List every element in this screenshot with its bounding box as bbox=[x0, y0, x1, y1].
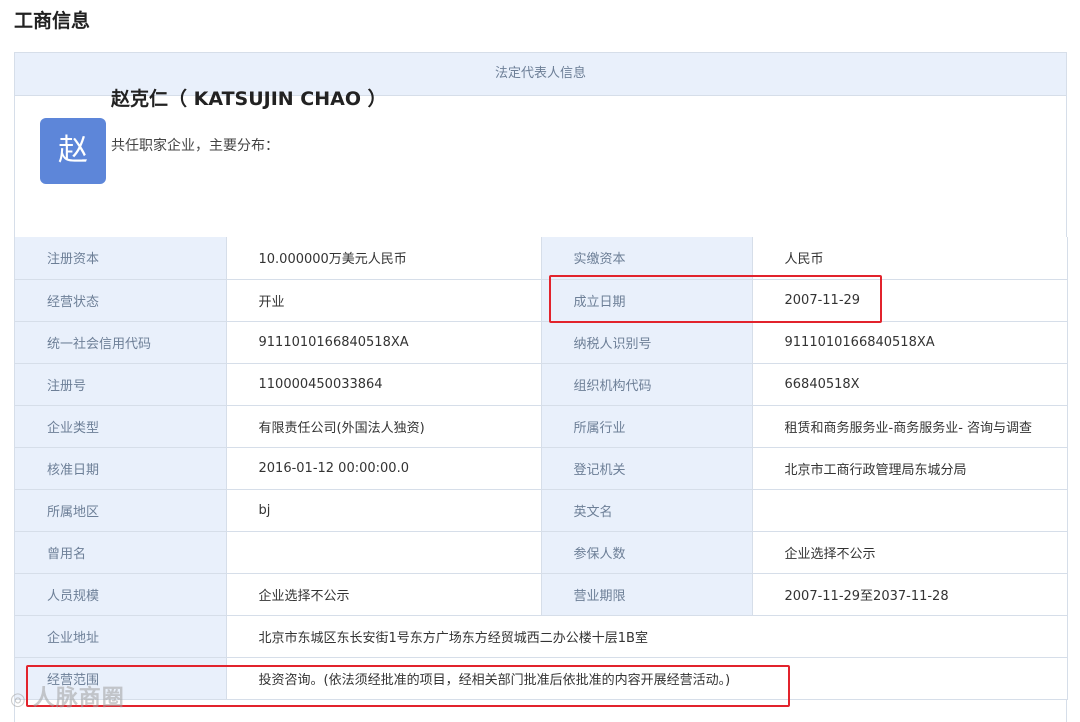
table-row: 人员规模 企业选择不公示 营业期限 2007-11-29至2037-11-28 bbox=[15, 572, 1068, 616]
table-row: 所属地区 bj 英文名 bbox=[15, 488, 1068, 532]
address-value: 北京市东城区东长安街1号东方广场东方经贸城西二办公楼十层1B室 bbox=[225, 614, 1068, 658]
field-value: 9111010166840518XA bbox=[751, 320, 1068, 364]
field-label: 所属地区 bbox=[15, 488, 227, 532]
field-value bbox=[225, 530, 542, 574]
field-value: 租赁和商务服务业-商务服务业- 咨询与调查 bbox=[751, 404, 1068, 448]
field-label: 企业类型 bbox=[15, 404, 227, 448]
field-value: 66840518X bbox=[751, 362, 1068, 406]
field-value: 北京市工商行政管理局东城分局 bbox=[751, 446, 1068, 490]
field-label: 所属行业 bbox=[540, 404, 753, 448]
field-value: 企业选择不公示 bbox=[751, 530, 1068, 574]
field-label: 统一社会信用代码 bbox=[15, 320, 227, 364]
field-label: 登记机关 bbox=[540, 446, 753, 490]
field-value bbox=[751, 488, 1068, 532]
field-value: 2007-11-29 bbox=[751, 278, 1068, 322]
business-info-table: 注册资本 10.000000万美元人民币 实缴资本 人民币 经营状态 开业 成立… bbox=[15, 237, 1068, 700]
field-label: 参保人数 bbox=[540, 530, 753, 574]
field-label: 组织机构代码 bbox=[540, 362, 753, 406]
field-value: 人民币 bbox=[751, 237, 1068, 280]
field-value: 开业 bbox=[225, 278, 542, 322]
table-row: 统一社会信用代码 9111010166840518XA 纳税人识别号 91110… bbox=[15, 320, 1068, 364]
avatar[interactable]: 赵 bbox=[40, 118, 106, 184]
field-label: 营业期限 bbox=[540, 572, 753, 616]
field-label: 实缴资本 bbox=[540, 237, 753, 280]
business-scope-label: 经营范围 bbox=[15, 656, 227, 700]
field-value: 2007-11-29至2037-11-28 bbox=[751, 572, 1068, 616]
field-value: 企业选择不公示 bbox=[225, 572, 542, 616]
address-label: 企业地址 bbox=[15, 614, 227, 658]
table-row: 企业类型 有限责任公司(外国法人独资) 所属行业 租赁和商务服务业-商务服务业-… bbox=[15, 404, 1068, 448]
legal-rep-name[interactable]: 赵克仁（ KATSUJIN CHAO ） bbox=[111, 84, 387, 111]
field-value: 有限责任公司(外国法人独资) bbox=[225, 404, 542, 448]
field-label: 曾用名 bbox=[15, 530, 227, 574]
field-label: 经营状态 bbox=[15, 278, 227, 322]
table-row: 经营范围 投资咨询。(依法须经批准的项目，经相关部门批准后依批准的内容开展经营活… bbox=[15, 656, 1068, 700]
field-value: 2016-01-12 00:00:00.0 bbox=[225, 446, 542, 490]
table-row: 经营状态 开业 成立日期 2007-11-29 bbox=[15, 278, 1068, 322]
field-label: 核准日期 bbox=[15, 446, 227, 490]
field-value: 9111010166840518XA bbox=[225, 320, 542, 364]
table-row: 注册资本 10.000000万美元人民币 实缴资本 人民币 bbox=[15, 237, 1068, 280]
table-row: 核准日期 2016-01-12 00:00:00.0 登记机关 北京市工商行政管… bbox=[15, 446, 1068, 490]
table-row: 企业地址 北京市东城区东长安街1号东方广场东方经贸城西二办公楼十层1B室 bbox=[15, 614, 1068, 658]
field-label: 人员规模 bbox=[15, 572, 227, 616]
field-label: 成立日期 bbox=[540, 278, 753, 322]
legal-rep-subtitle: 共任职家企业，主要分布： bbox=[111, 138, 279, 154]
field-label: 英文名 bbox=[540, 488, 753, 532]
business-scope-value: 投资咨询。(依法须经批准的项目，经相关部门批准后依批准的内容开展经营活动。) bbox=[225, 656, 1068, 700]
page-title: 工商信息 bbox=[14, 10, 91, 32]
field-label: 纳税人识别号 bbox=[540, 320, 753, 364]
table-row: 曾用名 参保人数 企业选择不公示 bbox=[15, 530, 1068, 574]
field-label: 注册资本 bbox=[15, 237, 227, 280]
field-label: 注册号 bbox=[15, 362, 227, 406]
field-value: 10.000000万美元人民币 bbox=[225, 237, 542, 280]
field-value: 110000450033864 bbox=[225, 362, 542, 406]
table-row: 注册号 110000450033864 组织机构代码 66840518X bbox=[15, 362, 1068, 406]
legal-representative-card: 赵 bbox=[15, 96, 1066, 238]
field-value: bj bbox=[225, 488, 542, 532]
